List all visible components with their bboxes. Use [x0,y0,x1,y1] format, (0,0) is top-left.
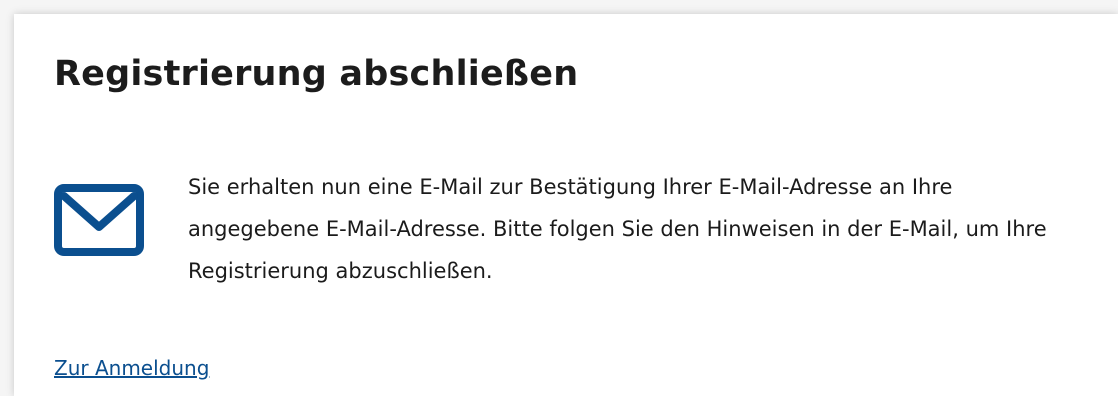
registration-complete-card: Registrierung abschließen Sie erhalten n… [14,14,1118,396]
confirmation-message: Sie erhalten nun eine E-Mail zur Bestäti… [54,162,1094,312]
confirmation-text: Sie erhalten nun eine E-Mail zur Bestäti… [188,175,1047,283]
envelope-icon [54,184,144,256]
page-title: Registrierung abschließen [54,54,579,94]
login-link[interactable]: Zur Anmeldung [54,354,209,382]
